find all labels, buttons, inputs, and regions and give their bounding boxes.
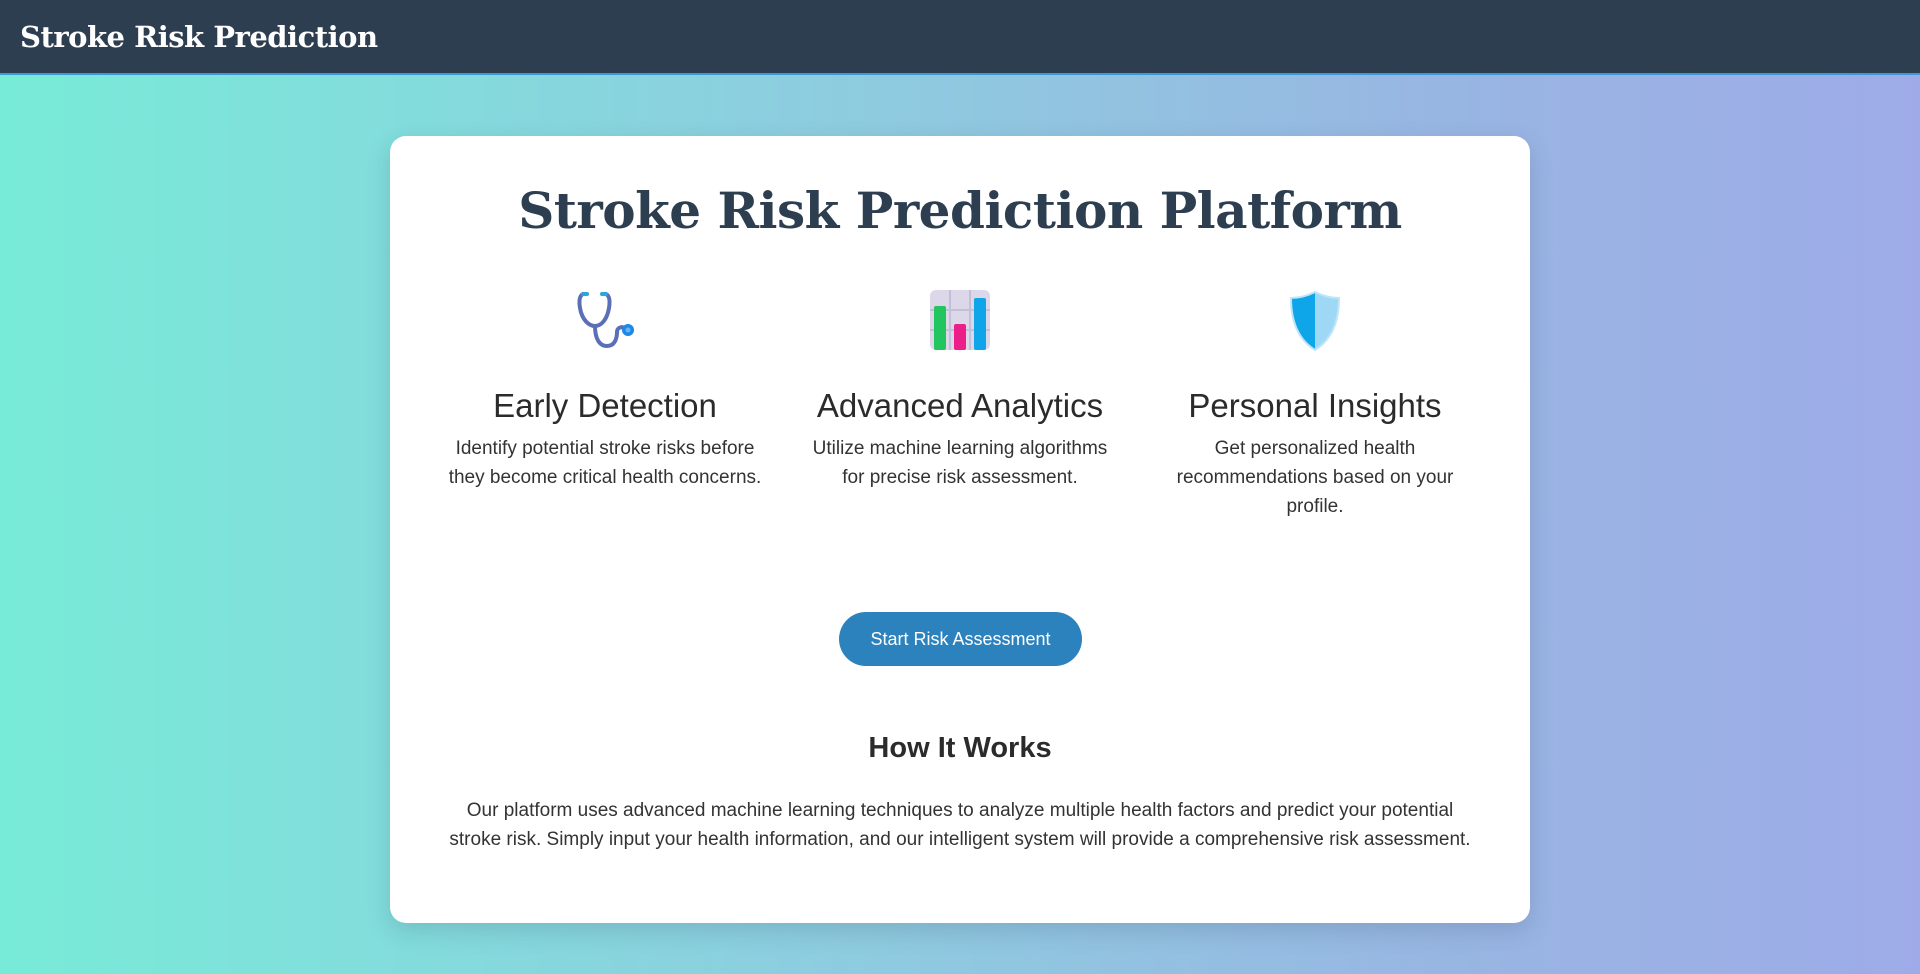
feature-personal-insights: Personal Insights Get personalized healt… bbox=[1150, 288, 1480, 521]
feature-title: Early Detection bbox=[493, 387, 717, 424]
how-it-works-text: Our platform uses advanced machine learn… bbox=[449, 800, 1471, 850]
how-it-works-title: How It Works bbox=[868, 732, 1052, 764]
feature-description: Get personalized health recommendations … bbox=[1176, 438, 1454, 517]
feature-title: Personal Insights bbox=[1188, 387, 1442, 424]
features-row: Early Detection Identify potential strok… bbox=[440, 288, 1480, 528]
bar-chart-icon bbox=[928, 288, 992, 352]
navbar: Stroke Risk Prediction bbox=[0, 0, 1920, 75]
feature-description: Identify potential stroke risks before t… bbox=[448, 438, 762, 488]
shield-icon bbox=[1283, 288, 1347, 352]
feature-title: Advanced Analytics bbox=[816, 387, 1104, 424]
page-title: Stroke Risk Prediction Platform bbox=[518, 181, 1402, 240]
stethoscope-icon bbox=[573, 288, 637, 352]
feature-early-detection: Early Detection Identify potential strok… bbox=[440, 288, 770, 492]
start-risk-assessment-button[interactable]: Start Risk Assessment bbox=[839, 612, 1082, 666]
feature-description: Utilize machine learning algorithms for … bbox=[812, 438, 1108, 488]
main-card: Stroke Risk Prediction Platform Early De… bbox=[390, 136, 1530, 923]
feature-advanced-analytics: Advanced Analytics Utilize machine learn… bbox=[795, 288, 1125, 492]
brand-title[interactable]: Stroke Risk Prediction bbox=[20, 20, 378, 54]
